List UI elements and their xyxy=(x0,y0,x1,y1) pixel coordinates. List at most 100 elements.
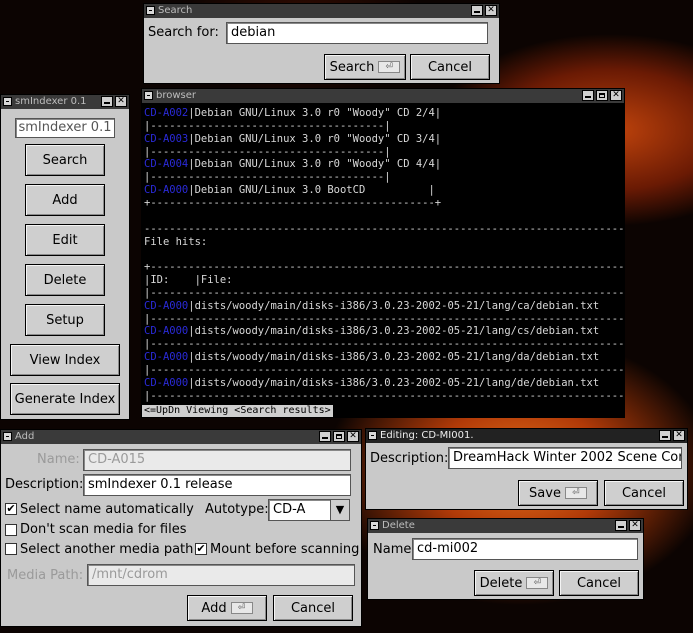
minimize-icon[interactable] xyxy=(582,90,594,101)
delete-button[interactable]: Delete ⏎ xyxy=(474,570,554,596)
sidebar-setup-button[interactable]: Setup xyxy=(25,304,105,336)
sidebar-delete-button[interactable]: Delete xyxy=(25,264,105,296)
description-label: Description: xyxy=(5,477,84,492)
delete-button-label: Delete xyxy=(479,575,523,591)
window-menu-icon[interactable] xyxy=(368,431,377,440)
delete-cancel-button[interactable]: Cancel xyxy=(559,570,639,596)
close-icon[interactable]: ✕ xyxy=(485,5,497,16)
minimize-icon[interactable] xyxy=(615,520,627,531)
terminal-text: |-------------------------------------| xyxy=(144,145,391,158)
add-cancel-button[interactable]: Cancel xyxy=(273,595,353,621)
delete-name-label: Name xyxy=(373,542,412,557)
terminal-line: CD-A000|dists/woody/main/disks-i386/3.0.… xyxy=(144,300,624,313)
search-window-title: Search xyxy=(158,5,193,16)
close-icon[interactable]: ✕ xyxy=(629,520,641,531)
edit-window-titlebar[interactable]: Editing: CD-MI001. ✕ xyxy=(366,429,687,443)
search-label: Search for: xyxy=(148,25,219,40)
sidebar-search-button[interactable]: Search xyxy=(25,144,105,176)
save-button[interactable]: Save ⏎ xyxy=(518,480,598,506)
terminal-line: |---------------------------------------… xyxy=(144,287,624,300)
add-window-titlebar[interactable]: Add ✕ xyxy=(1,430,361,444)
terminal-text: |ID: |File: | xyxy=(144,274,624,287)
minimize-icon[interactable] xyxy=(101,96,113,107)
main-window-title: smIndexer 0.1 xyxy=(15,96,87,107)
maximize-icon[interactable] xyxy=(596,90,608,101)
sidebar-generate-index-button[interactable]: Generate Index xyxy=(10,383,120,415)
browser-window-titlebar[interactable]: browser ✕ xyxy=(142,89,624,103)
terminal-line: CD-A000|dists/woody/main/disks-i386/3.0.… xyxy=(144,325,624,338)
terminal-line: +---------------------------------------… xyxy=(144,261,624,274)
terminal-output[interactable]: CD-A002|Debian GNU/Linux 3.0 r0 "Woody" … xyxy=(142,103,624,417)
window-menu-icon[interactable] xyxy=(144,91,153,100)
terminal-line: |ID: |File: | xyxy=(144,274,624,287)
description-field[interactable]: smIndexer 0.1 release xyxy=(83,474,351,496)
window-menu-icon[interactable] xyxy=(3,97,12,106)
close-icon[interactable]: ✕ xyxy=(115,96,127,107)
window-menu-icon[interactable] xyxy=(370,521,379,530)
main-window-titlebar[interactable]: smIndexer 0.1 ✕ xyxy=(1,95,129,109)
no-scan-checkbox[interactable] xyxy=(5,524,17,536)
close-icon[interactable]: ✕ xyxy=(347,431,359,442)
edit-window-title: Editing: CD-MI001. xyxy=(380,430,474,441)
terminal-text: |dists/woody/main/disks-i386/3.0.23-2002… xyxy=(188,351,624,364)
search-window-titlebar[interactable]: Search ✕ xyxy=(144,4,499,18)
sidebar-add-button[interactable]: Add xyxy=(25,184,105,216)
edit-window: Editing: CD-MI001. ✕ Description: DreamH… xyxy=(365,428,688,510)
close-icon[interactable]: ✕ xyxy=(610,90,622,101)
sidebar-edit-button[interactable]: Edit xyxy=(25,224,105,256)
close-icon[interactable]: ✕ xyxy=(673,430,685,441)
terminal-line: CD-A003|Debian GNU/Linux 3.0 r0 "Woody" … xyxy=(144,133,441,146)
add-window: Add ✕ Name: CD-A015 Description: smIndex… xyxy=(0,429,362,627)
autotype-select[interactable]: CD-A ▼ xyxy=(268,499,350,521)
autotype-label: Autotype: xyxy=(205,502,269,517)
edit-description-label: Description: xyxy=(370,451,449,466)
edit-cancel-button[interactable]: Cancel xyxy=(604,480,684,506)
terminal-text: +---------------------------------------… xyxy=(144,261,624,274)
minimize-icon[interactable] xyxy=(471,5,483,16)
terminal-line: CD-A004|Debian GNU/Linux 3.0 r0 "Woody" … xyxy=(144,158,441,171)
delete-window-titlebar[interactable]: Delete ✕ xyxy=(368,519,643,533)
delete-window-title: Delete xyxy=(382,520,415,531)
add-cancel-label: Cancel xyxy=(290,600,336,616)
terminal-text: |dists/woody/main/disks-i386/3.0.23-2002… xyxy=(188,299,624,312)
add-button-label: Add xyxy=(201,600,227,616)
cancel-button[interactable]: Cancel xyxy=(410,54,490,80)
dropdown-arrow-icon: ▼ xyxy=(330,500,349,520)
terminal-id: CD-A002 xyxy=(144,107,189,119)
minimize-icon[interactable] xyxy=(319,431,331,442)
terminal-id: CD-A003 xyxy=(144,132,189,145)
terminal-line: |-------------------------------------| xyxy=(144,120,391,133)
terminal-id: CD-A000 xyxy=(144,351,189,364)
terminal-text: |-------------------------------------| xyxy=(144,119,391,132)
media-path-field: /mnt/cdrom xyxy=(87,564,355,586)
edit-description-field[interactable]: DreamHack Winter 2002 Scene Com xyxy=(448,447,682,469)
terminal-line: +---------------------------------------… xyxy=(144,197,441,210)
search-button[interactable]: Search ⏎ xyxy=(324,54,406,80)
delete-name-field[interactable]: cd-mi002 xyxy=(412,538,638,560)
edit-cancel-label: Cancel xyxy=(621,485,667,501)
add-button[interactable]: Add ⏎ xyxy=(187,595,267,621)
terminal-line: CD-A000|Debian GNU/Linux 3.0 BootCD | xyxy=(144,184,435,197)
auto-name-checkbox[interactable]: ✔ xyxy=(5,503,17,515)
terminal-text: +---------------------------------------… xyxy=(144,196,442,209)
mount-label: Mount before scanning xyxy=(210,542,360,557)
terminal-line: CD-A000|dists/woody/main/disks-i386/3.0.… xyxy=(144,377,624,390)
return-key-icon: ⏎ xyxy=(564,487,587,499)
terminal-line: |-------------------------------------| xyxy=(144,146,391,159)
search-input[interactable]: debian xyxy=(226,22,488,44)
terminal-text: |Debian GNU/Linux 3.0 r0 "Woody" CD 2/4| xyxy=(188,107,442,119)
terminal-text: ----------------------------------------… xyxy=(144,222,624,235)
minimize-icon[interactable] xyxy=(659,430,671,441)
mount-checkbox[interactable]: ✔ xyxy=(195,543,207,555)
autotype-value: CD-A xyxy=(273,502,306,517)
maximize-icon[interactable] xyxy=(333,431,345,442)
terminal-line: |---------------------------------------… xyxy=(144,364,624,377)
terminal-id: CD-A004 xyxy=(144,158,189,171)
terminal-text: |---------------------------------------… xyxy=(144,364,624,376)
window-menu-icon[interactable] xyxy=(3,432,12,441)
terminal-line: |---------------------------------------… xyxy=(144,338,624,351)
media-path-label: Media Path: xyxy=(7,568,84,583)
sidebar-view-index-button[interactable]: View Index xyxy=(10,344,120,376)
window-menu-icon[interactable] xyxy=(146,6,155,15)
another-path-checkbox[interactable] xyxy=(5,543,17,555)
